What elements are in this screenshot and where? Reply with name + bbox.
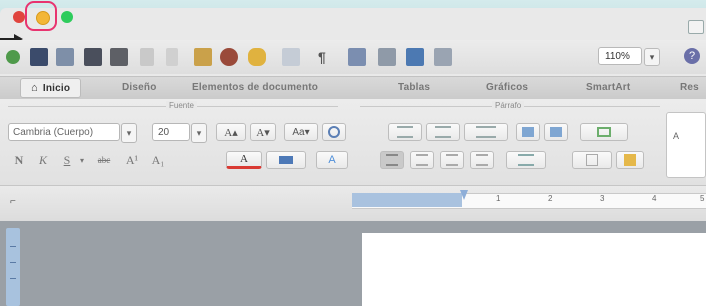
new-document-icon[interactable] xyxy=(6,47,20,67)
styles-gallery[interactable]: A xyxy=(666,112,706,178)
align-right-icon[interactable] xyxy=(440,151,464,169)
subscript-button[interactable]: A₁ xyxy=(148,151,168,169)
font-name-value: Cambria (Cuerpo) xyxy=(13,126,94,138)
clear-formatting-icon[interactable] xyxy=(322,123,346,141)
cut-icon[interactable] xyxy=(140,47,154,67)
font-size-field[interactable]: 20 xyxy=(152,123,190,141)
font-size-value: 20 xyxy=(158,126,170,138)
tab-smartart[interactable]: SmartArt xyxy=(586,78,630,96)
grow-font-button[interactable]: A▴ xyxy=(216,123,246,141)
document-page[interactable] xyxy=(362,233,706,306)
copy-icon[interactable] xyxy=(166,47,178,67)
close-button[interactable] xyxy=(13,11,25,23)
pilcrow-icon[interactable]: ¶ xyxy=(318,47,326,67)
group-label-parrafo: Párrafo xyxy=(492,101,525,110)
font-size-dropdown[interactable]: ▾ xyxy=(191,123,207,143)
zoom-dropdown[interactable]: ▾ xyxy=(644,48,660,66)
group-label-fuente: Fuente xyxy=(166,101,197,110)
underline-button[interactable]: S xyxy=(58,151,76,169)
ribbon-panel xyxy=(0,99,706,185)
home-icon: ⌂ xyxy=(31,82,38,94)
ruler-number: 5 xyxy=(700,194,705,203)
paste-icon[interactable] xyxy=(194,47,212,67)
ruler-number: 1 xyxy=(496,194,501,203)
tab-stop-icon[interactable]: ⌐ xyxy=(10,196,16,207)
tab-elementos-de-documento[interactable]: Elementos de documento xyxy=(192,78,318,96)
multilevel-list-icon[interactable] xyxy=(464,123,508,141)
superscript-button[interactable]: A¹ xyxy=(122,151,142,169)
redo-icon[interactable] xyxy=(282,47,300,67)
justify-icon[interactable] xyxy=(470,151,494,169)
strikethrough-button[interactable]: abc xyxy=(92,151,116,169)
line-spacing-icon[interactable] xyxy=(506,151,546,169)
sidebar-icon[interactable] xyxy=(406,47,424,67)
tab-graficos[interactable]: Gráficos xyxy=(486,78,528,96)
insert-table-icon[interactable] xyxy=(348,47,366,67)
gallery-icon[interactable] xyxy=(30,47,48,67)
columns-icon[interactable] xyxy=(378,47,396,67)
tab-tablas[interactable]: Tablas xyxy=(398,78,430,96)
vertical-ruler-tick xyxy=(10,262,16,263)
minimize-highlight-ring xyxy=(25,1,57,31)
ruler-number: 3 xyxy=(600,194,605,203)
vertical-ruler[interactable] xyxy=(6,228,20,306)
media-icon[interactable] xyxy=(434,47,452,67)
borders-icon[interactable] xyxy=(580,123,628,141)
bullets-icon[interactable] xyxy=(388,123,422,141)
undo-icon[interactable] xyxy=(248,47,266,67)
text-highlight-icon[interactable] xyxy=(266,151,306,169)
font-color-button[interactable]: A xyxy=(226,151,262,169)
format-painter-icon[interactable] xyxy=(220,47,238,67)
zoom-button[interactable] xyxy=(61,11,73,23)
numbering-icon[interactable] xyxy=(426,123,460,141)
vertical-ruler-tick xyxy=(10,278,16,279)
tab-diseno[interactable]: Diseño xyxy=(122,78,157,96)
ruler-number: 4 xyxy=(652,194,657,203)
ruler-number: 2 xyxy=(548,194,553,203)
sort-icon[interactable] xyxy=(572,151,612,169)
window-resize-icon[interactable] xyxy=(688,20,704,34)
font-name-dropdown[interactable]: ▾ xyxy=(121,123,137,143)
decrease-indent-icon[interactable] xyxy=(516,123,540,141)
tab-inicio[interactable]: ⌂ Inicio xyxy=(20,78,82,98)
increase-indent-icon[interactable] xyxy=(544,123,568,141)
shrink-font-button[interactable]: A▾ xyxy=(250,123,276,141)
print-icon[interactable] xyxy=(110,47,128,67)
styles-preview-text: A xyxy=(673,131,680,141)
shading-icon[interactable] xyxy=(616,151,644,169)
open-icon[interactable] xyxy=(56,47,74,67)
tab-label: Inicio xyxy=(42,82,71,94)
change-case-button[interactable]: Aa▾ xyxy=(284,123,318,141)
zoom-field[interactable]: 110% xyxy=(598,47,642,65)
help-icon[interactable]: ? xyxy=(684,48,700,64)
font-name-field[interactable]: Cambria (Cuerpo) xyxy=(8,123,120,141)
align-left-icon[interactable] xyxy=(380,151,404,169)
text-effects-button[interactable]: A xyxy=(316,151,348,169)
vertical-ruler-tick xyxy=(10,246,16,247)
screenshot-frame: ¶ 110% ▾ ? ⌂ Inicio Diseño Elementos de … xyxy=(0,0,706,306)
italic-button[interactable]: K xyxy=(34,151,52,169)
align-center-icon[interactable] xyxy=(410,151,434,169)
underline-dropdown[interactable]: ▾ xyxy=(76,151,88,169)
ruler-left-margin xyxy=(352,193,462,207)
tab-revisar[interactable]: Res xyxy=(680,78,699,96)
zoom-value: 110% xyxy=(605,50,630,62)
bold-button[interactable]: N xyxy=(10,151,28,169)
save-icon[interactable] xyxy=(84,47,102,67)
